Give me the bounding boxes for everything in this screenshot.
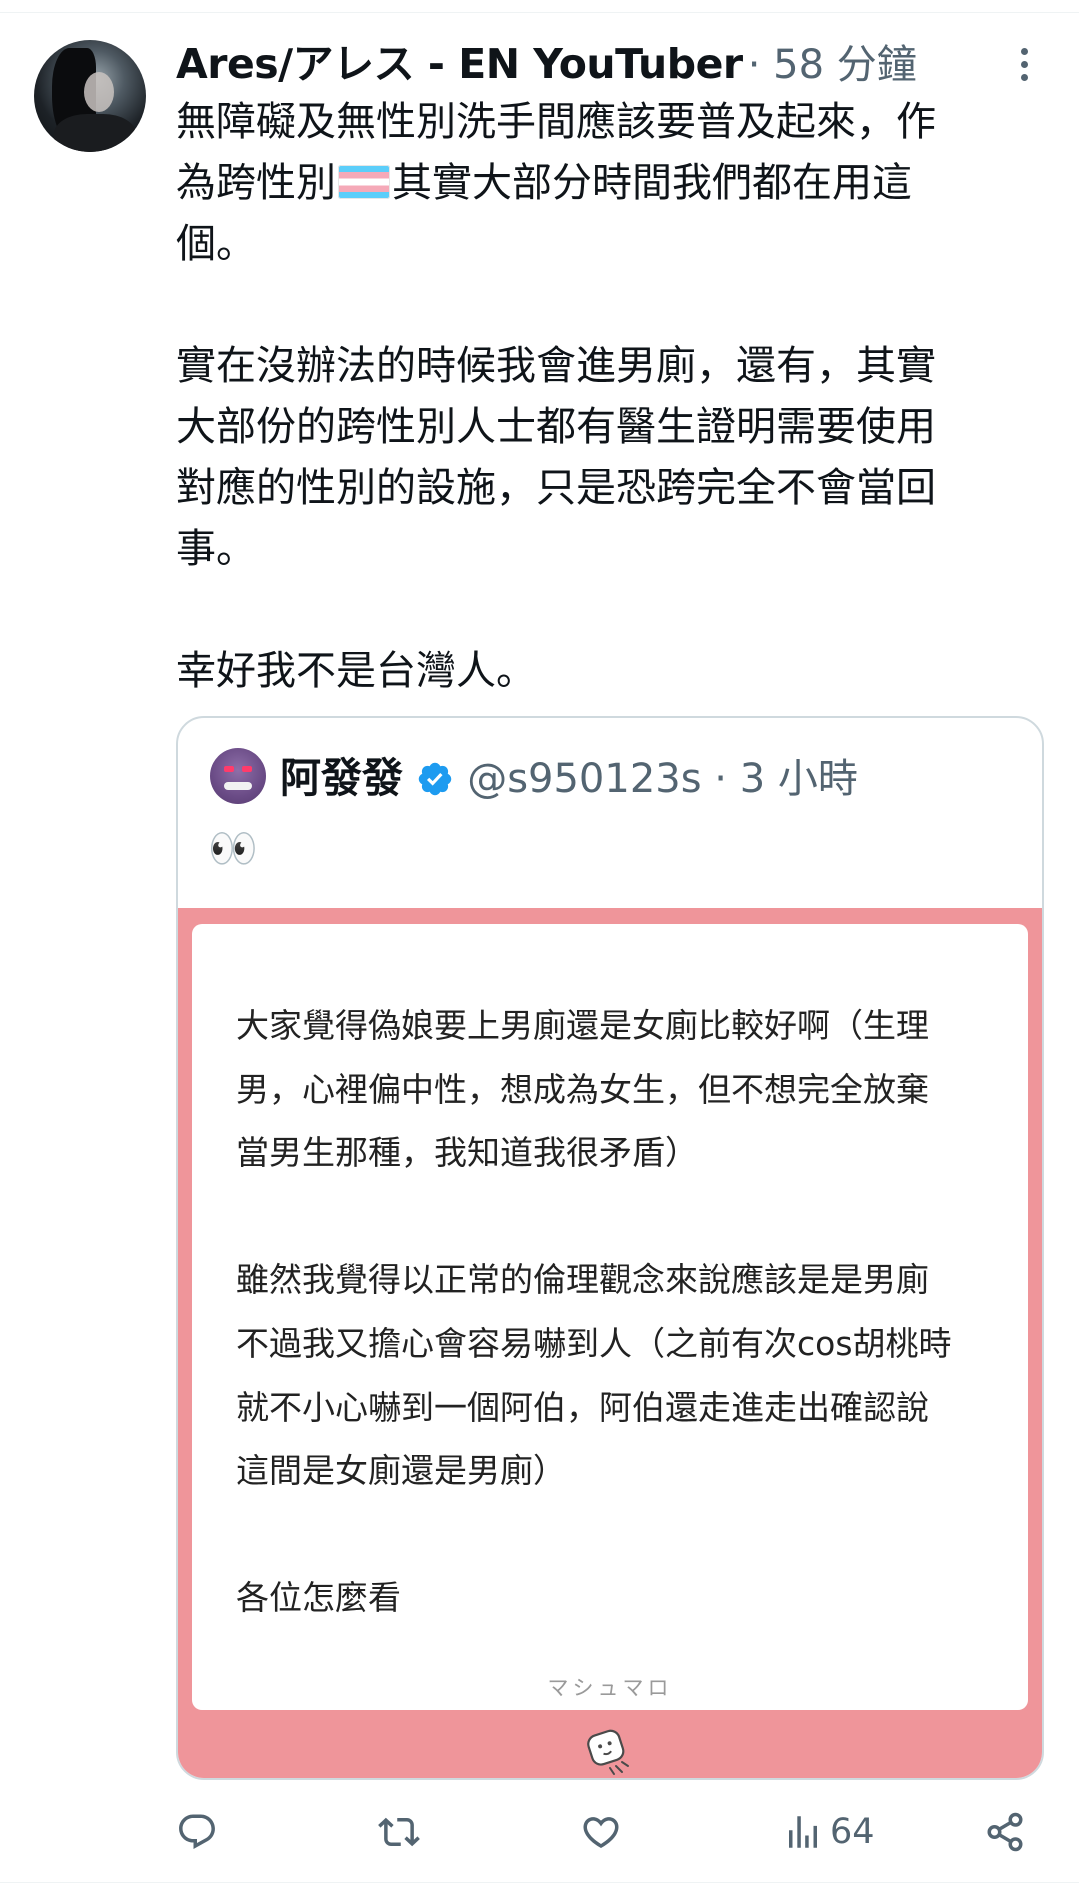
reply-icon bbox=[179, 1814, 215, 1849]
reply-button[interactable] bbox=[176, 1800, 218, 1864]
quoted-media-image[interactable]: 大家覺得偽娘要上男廁還是女廁比較好啊（生理 男，心裡偏中性，想成為女生，但不想完… bbox=[178, 908, 1042, 1778]
avatar-face bbox=[84, 72, 114, 112]
tweet-paragraph: 實在沒辦法的時候我會進男廁，還有，其實 大部份的跨性別人士都有醫生證明需要使用 … bbox=[176, 343, 936, 572]
avatar-body bbox=[54, 114, 136, 152]
marshmallow-brand-label: マシュマロ bbox=[547, 1676, 673, 1700]
eyes-emoji: 👀 bbox=[208, 826, 258, 872]
verified-badge-icon bbox=[418, 762, 452, 796]
marshmallow-card: 大家覺得偽娘要上男廁還是女廁比較好啊（生理 男，心裡偏中性，想成為女生，但不想完… bbox=[192, 924, 1028, 1710]
retweet-icon bbox=[378, 1817, 420, 1847]
quoted-author-avatar[interactable] bbox=[210, 748, 266, 804]
retweet-button[interactable] bbox=[378, 1800, 420, 1864]
views-count: 64 bbox=[830, 1812, 875, 1852]
quoted-header: 阿發發 @s950123s · 3 小時 bbox=[280, 744, 1020, 804]
views-button[interactable]: 64 bbox=[782, 1800, 875, 1864]
tweet-timestamp[interactable]: · 58 分鐘 bbox=[748, 42, 917, 88]
tweet-text: 無障礙及無性別洗手間應該要普及起來，作 為跨性別 其實大部分時間我們都在用這 個。… bbox=[176, 92, 1026, 702]
quoted-handle-time[interactable]: @s950123s · 3 小時 bbox=[467, 756, 858, 802]
quoted-tweet[interactable]: 阿發發 @s950123s · 3 小時 👀 大家覺得偽娘要上男廁還是女廁比較好… bbox=[176, 716, 1044, 1780]
tweet-text-line: 個。 bbox=[176, 221, 256, 267]
more-options-icon[interactable] bbox=[1012, 44, 1036, 88]
share-button[interactable] bbox=[984, 1800, 1026, 1864]
bottom-divider bbox=[0, 1882, 1079, 1883]
tweet-header: Ares/アレス - EN YouTuber · 58 分鐘 bbox=[176, 30, 1036, 90]
tweet-text-line: 其實大部分時間我們都在用這 bbox=[392, 160, 912, 206]
tweet-text-line: 無障礙及無性別洗手間應該要普及起來，作 bbox=[176, 99, 936, 145]
author-avatar[interactable] bbox=[34, 40, 146, 152]
like-button[interactable] bbox=[580, 1800, 622, 1864]
avatar-eye bbox=[242, 766, 252, 772]
views-icon bbox=[789, 1816, 817, 1848]
tweet-text-line: 為跨性別 bbox=[176, 160, 336, 206]
marshmallow-question-text: 大家覺得偽娘要上男廁還是女廁比較好啊（生理 男，心裡偏中性，想成為女生，但不想完… bbox=[236, 1006, 952, 1618]
avatar-mouth bbox=[224, 782, 252, 790]
share-icon bbox=[987, 1812, 1023, 1852]
heart-icon bbox=[583, 1817, 619, 1849]
author-display-name[interactable]: Ares/アレス - EN YouTuber bbox=[176, 40, 743, 88]
tweet[interactable]: Ares/アレス - EN YouTuber · 58 分鐘 無障礙及無性別洗手… bbox=[0, 0, 1079, 1895]
trans-flag-emoji bbox=[338, 165, 390, 199]
tweet-paragraph: 幸好我不是台灣人。 bbox=[176, 648, 536, 694]
avatar-eye bbox=[224, 766, 234, 772]
marshmallow-icon bbox=[587, 1729, 629, 1775]
tweet-actions: 64 bbox=[0, 1800, 1079, 1864]
quoted-display-name[interactable]: 阿發發 bbox=[280, 754, 403, 802]
